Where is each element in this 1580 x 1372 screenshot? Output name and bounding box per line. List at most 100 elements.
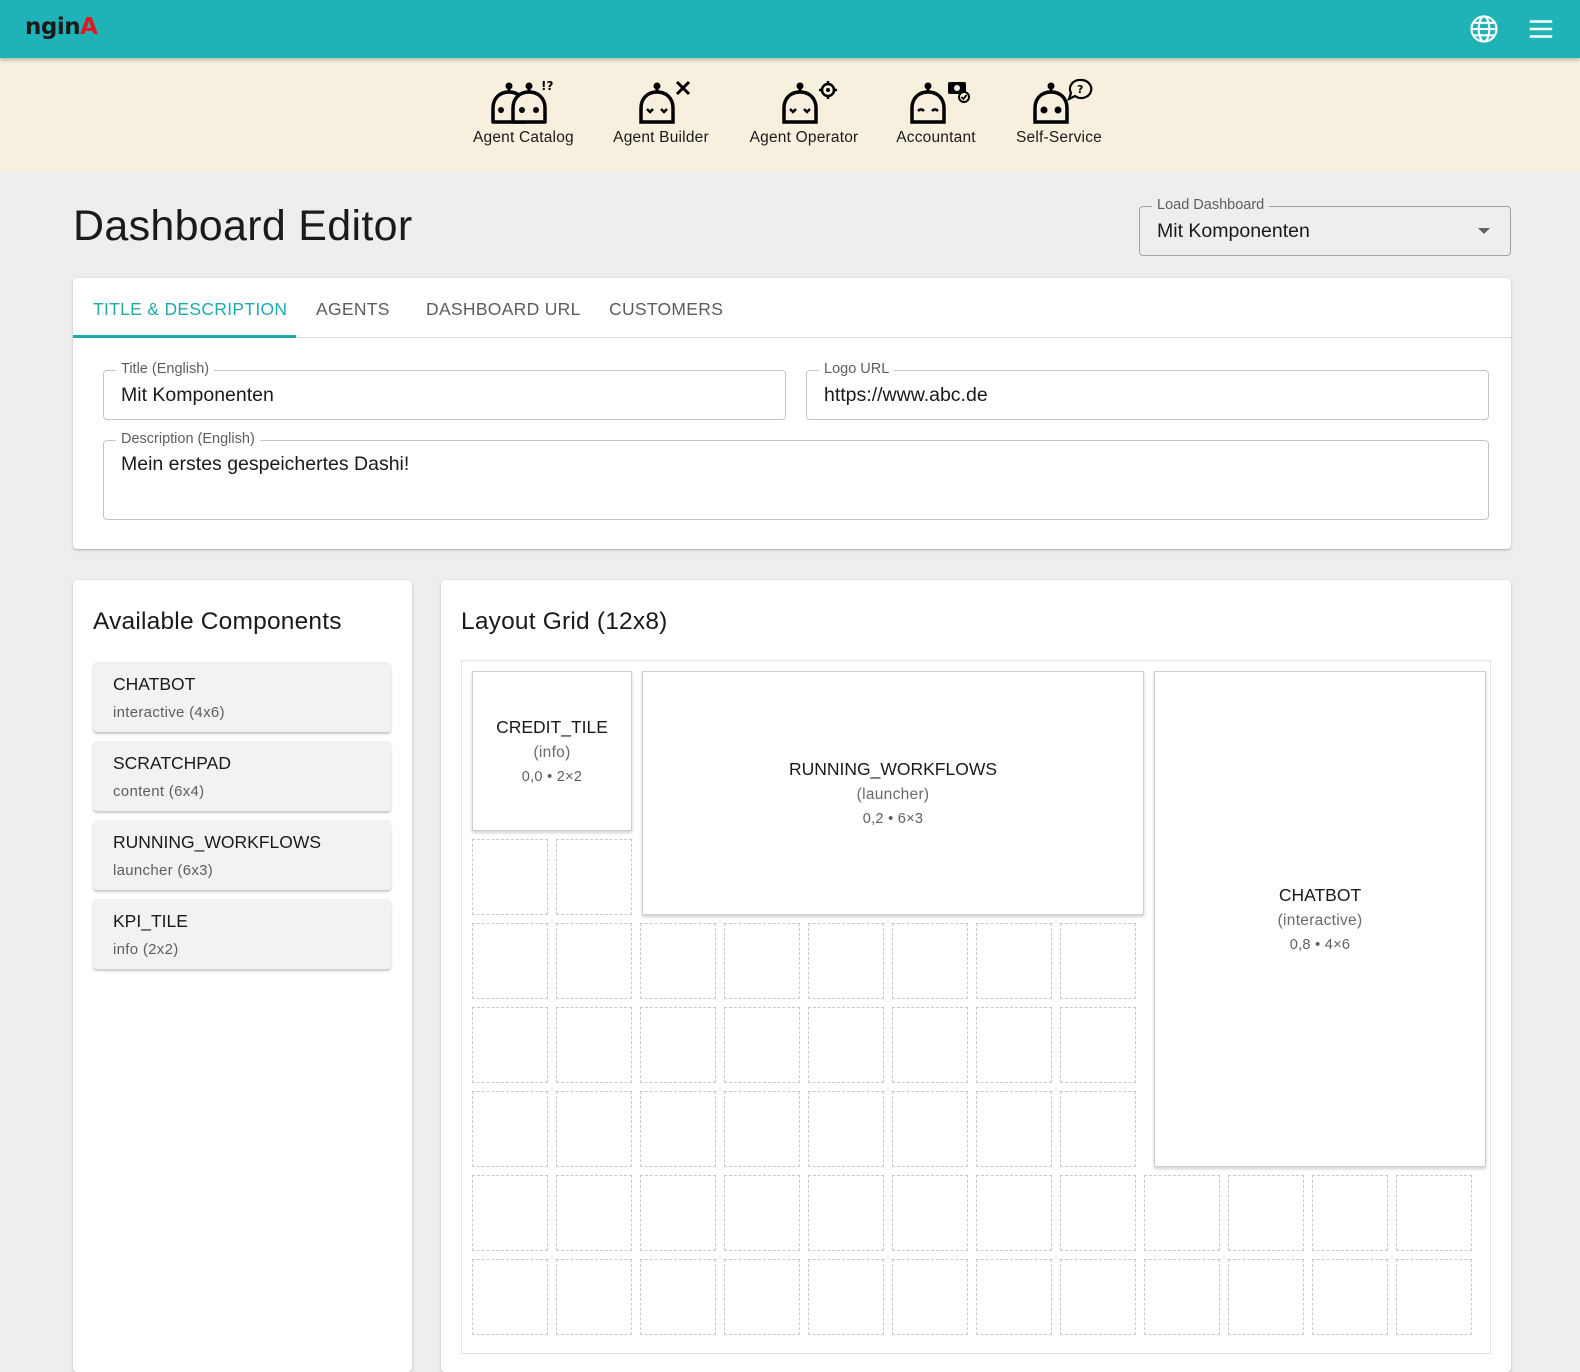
grid-cell[interactable]: [472, 1259, 548, 1335]
grid-cell[interactable]: [976, 923, 1052, 999]
grid-cell[interactable]: [892, 1259, 968, 1335]
layout-grid: CREDIT_TILE (info) 0,0 • 2×2 RUNNING_WOR…: [461, 660, 1491, 1354]
grid-cell[interactable]: [808, 1007, 884, 1083]
grid-cell[interactable]: [724, 1259, 800, 1335]
load-dashboard-select[interactable]: Load Dashboard Mit Komponenten: [1139, 197, 1511, 256]
placed-component-name: RUNNING_WORKFLOWS: [788, 759, 998, 779]
agent-operator-robot-icon: [782, 81, 837, 124]
component-item-running-workflows[interactable]: RUNNING_WORKFLOWS launcher (6x3): [93, 820, 391, 890]
accountant-label: Accountant: [896, 129, 976, 146]
component-meta: content (6x4): [113, 783, 205, 800]
tab-title-description[interactable]: TITLE & DESCRIPTION: [93, 299, 287, 320]
dropdown-arrow-icon[interactable]: [1478, 228, 1490, 234]
grid-cell[interactable]: [1060, 1091, 1136, 1167]
description-english-value[interactable]: Mein erstes gespeichertes Dashi!: [121, 453, 409, 476]
load-dashboard-label: Load Dashboard: [1152, 197, 1270, 213]
grid-cell[interactable]: [556, 923, 632, 999]
grid-cell[interactable]: [1060, 1175, 1136, 1251]
component-name: KPI_TILE: [113, 911, 188, 931]
globe-icon[interactable]: [1469, 14, 1499, 44]
agent-navigation: !? Agent Catalog Agent Builder Agent Ope…: [0, 58, 1580, 172]
tab-dashboard-url[interactable]: DASHBOARD URL: [426, 299, 581, 320]
agent-catalog-label: Agent Catalog: [473, 129, 574, 146]
grid-cell[interactable]: [724, 1007, 800, 1083]
agent-builder-link[interactable]: Agent Builder: [611, 78, 711, 147]
grid-cell[interactable]: [640, 1091, 716, 1167]
grid-cell[interactable]: [724, 923, 800, 999]
component-meta: launcher (6x3): [113, 862, 214, 879]
placed-component-type: (launcher): [856, 786, 930, 803]
grid-cell[interactable]: [472, 1091, 548, 1167]
grid-cell[interactable]: [1144, 1259, 1220, 1335]
grid-cell[interactable]: [976, 1259, 1052, 1335]
logo-url-label: Logo URL: [819, 361, 895, 377]
grid-cell[interactable]: [640, 1007, 716, 1083]
grid-cell[interactable]: [472, 839, 548, 915]
agent-operator-link[interactable]: Agent Operator: [748, 78, 860, 147]
grid-cell[interactable]: [556, 1175, 632, 1251]
grid-cell[interactable]: [1396, 1259, 1472, 1335]
grid-cell[interactable]: [1060, 923, 1136, 999]
app-logo[interactable]: nginA: [25, 14, 98, 40]
tab-bar: TITLE & DESCRIPTION AGENTS DASHBOARD URL…: [73, 278, 1511, 338]
hamburger-menu-icon[interactable]: [1526, 14, 1556, 44]
accountant-link[interactable]: Accountant: [895, 78, 977, 147]
component-name: CHATBOT: [113, 674, 196, 694]
grid-cell[interactable]: [808, 1175, 884, 1251]
description-english-field[interactable]: Description (English) Mein erstes gespei…: [103, 431, 1489, 520]
placed-component-chatbot[interactable]: CHATBOT (interactive) 0,8 • 4×6: [1154, 671, 1486, 1167]
svg-text:?: ?: [1077, 83, 1083, 96]
grid-cell[interactable]: [1396, 1175, 1472, 1251]
placed-component-position: 0,2 • 6×3: [862, 811, 924, 827]
grid-cell[interactable]: [556, 839, 632, 915]
grid-cell[interactable]: [892, 1007, 968, 1083]
grid-cell[interactable]: [976, 1007, 1052, 1083]
placed-component-credit-tile[interactable]: CREDIT_TILE (info) 0,0 • 2×2: [472, 671, 632, 831]
grid-cell[interactable]: [556, 1091, 632, 1167]
component-item-chatbot[interactable]: CHATBOT interactive (4x6): [93, 662, 391, 732]
title-english-value[interactable]: Mit Komponenten: [121, 384, 274, 407]
grid-cell[interactable]: [472, 923, 548, 999]
title-english-label: Title (English): [116, 361, 215, 377]
tab-customers[interactable]: CUSTOMERS: [609, 299, 723, 320]
title-english-field[interactable]: Title (English) Mit Komponenten: [103, 361, 786, 420]
grid-cell[interactable]: [976, 1175, 1052, 1251]
component-item-scratchpad[interactable]: SCRATCHPAD content (6x4): [93, 741, 391, 811]
logo-url-value[interactable]: https://www.abc.de: [824, 384, 988, 407]
svg-text:!?: !?: [541, 79, 553, 93]
grid-cell[interactable]: [892, 1091, 968, 1167]
grid-cell[interactable]: [1228, 1175, 1304, 1251]
grid-cell[interactable]: [472, 1175, 548, 1251]
active-tab-indicator: [73, 335, 296, 338]
logo-url-field[interactable]: Logo URL https://www.abc.de: [806, 361, 1489, 420]
grid-cell[interactable]: [808, 923, 884, 999]
grid-cell[interactable]: [640, 1175, 716, 1251]
component-item-kpi-tile[interactable]: KPI_TILE info (2x2): [93, 899, 391, 969]
grid-cell[interactable]: [1312, 1175, 1388, 1251]
grid-cell[interactable]: [892, 923, 968, 999]
grid-cell[interactable]: [892, 1175, 968, 1251]
grid-cell[interactable]: [472, 1007, 548, 1083]
grid-cell[interactable]: [808, 1091, 884, 1167]
grid-cell[interactable]: [1312, 1259, 1388, 1335]
placed-component-running-workflows[interactable]: RUNNING_WORKFLOWS (launcher) 0,2 • 6×3: [642, 671, 1144, 915]
grid-cell[interactable]: [724, 1175, 800, 1251]
self-service-label: Self-Service: [1016, 129, 1102, 146]
grid-cell[interactable]: [808, 1259, 884, 1335]
grid-cell[interactable]: [976, 1091, 1052, 1167]
grid-cell[interactable]: [640, 1259, 716, 1335]
placed-component-name: CHATBOT: [1278, 885, 1362, 905]
grid-cell[interactable]: [1144, 1175, 1220, 1251]
grid-cell[interactable]: [1228, 1259, 1304, 1335]
agent-builder-robot-icon: [639, 80, 691, 124]
grid-cell[interactable]: [1060, 1007, 1136, 1083]
placed-component-type: (info): [533, 744, 571, 761]
grid-cell[interactable]: [640, 923, 716, 999]
self-service-link[interactable]: ? Self-Service: [1014, 78, 1104, 147]
grid-cell[interactable]: [556, 1007, 632, 1083]
grid-cell[interactable]: [724, 1091, 800, 1167]
grid-cell[interactable]: [1060, 1259, 1136, 1335]
grid-cell[interactable]: [556, 1259, 632, 1335]
tab-agents[interactable]: AGENTS: [316, 299, 390, 320]
agent-catalog-link[interactable]: !? Agent Catalog: [473, 78, 574, 147]
